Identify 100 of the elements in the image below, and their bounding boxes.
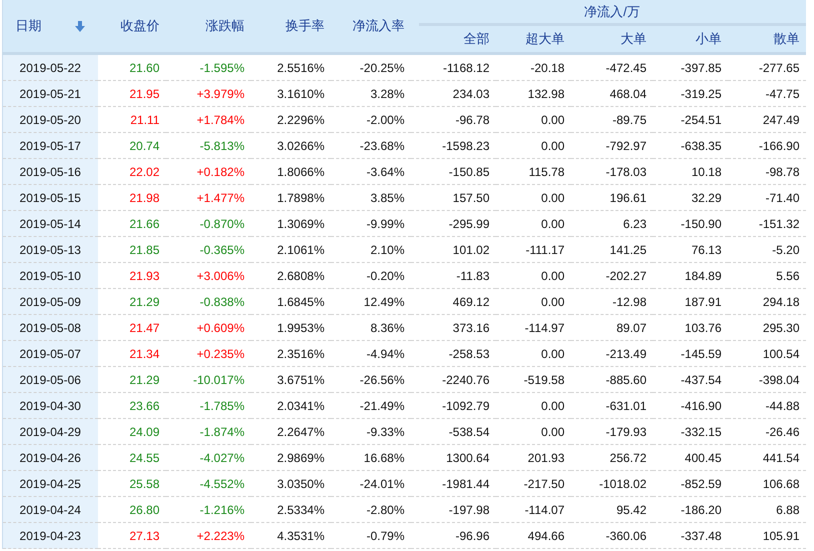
table-cell: 21.85 (98, 236, 166, 262)
table-cell: -1598.23 (410, 132, 496, 158)
table-cell: -114.07 (496, 496, 570, 522)
table-cell: 196.61 (570, 184, 652, 210)
table-cell: 2.6808% (250, 262, 330, 288)
table-cell: -150.85 (410, 158, 496, 184)
table-cell: 0.00 (496, 262, 570, 288)
table-cell: +2.223% (166, 522, 250, 548)
table-cell: 21.93 (98, 262, 166, 288)
table-cell: -885.60 (570, 366, 652, 392)
table-cell: -792.97 (570, 132, 652, 158)
table-cell: 24.09 (98, 418, 166, 444)
column-header[interactable]: 换手率 (250, 0, 330, 54)
table-cell: 4.3531% (250, 522, 330, 548)
table-cell: -4.552% (166, 470, 250, 496)
table-cell: -1.216% (166, 496, 250, 522)
table-cell: -4.027% (166, 444, 250, 470)
table-cell: 256.72 (570, 444, 652, 470)
table-cell: -24.01% (330, 470, 410, 496)
table-cell: 2.1061% (250, 236, 330, 262)
table-cell: -98.78 (728, 158, 806, 184)
table-cell: 2.2296% (250, 106, 330, 132)
table-cell: -258.53 (410, 340, 496, 366)
table-cell: -398.04 (728, 366, 806, 392)
table-cell: -254.51 (652, 106, 728, 132)
table-cell: -150.90 (652, 210, 728, 236)
table-cell: -1.785% (166, 392, 250, 418)
column-header[interactable]: 大单 (570, 26, 652, 54)
table-cell: -179.93 (570, 418, 652, 444)
table-cell: 441.54 (728, 444, 806, 470)
table-cell: 25.58 (98, 470, 166, 496)
table-cell: 3.28% (330, 80, 410, 106)
table-cell: 89.07 (570, 314, 652, 340)
table-cell: -9.99% (330, 210, 410, 236)
table-cell: -416.90 (652, 392, 728, 418)
table-cell: 3.6751% (250, 366, 330, 392)
table-cell: 2.9869% (250, 444, 330, 470)
table-cell: -20.18 (496, 54, 570, 80)
column-header[interactable]: 超大单 (496, 26, 570, 54)
table-cell: 3.85% (330, 184, 410, 210)
table-cell: -166.90 (728, 132, 806, 158)
table-cell: -23.68% (330, 132, 410, 158)
table-cell: 1.8066% (250, 158, 330, 184)
table-cell: -631.01 (570, 392, 652, 418)
table-cell: -47.75 (728, 80, 806, 106)
table-cell: 0.00 (496, 392, 570, 418)
column-header[interactable]: 日期 (2, 0, 98, 54)
table-cell: 21.95 (98, 80, 166, 106)
table-cell: 22.02 (98, 158, 166, 184)
table-cell: 157.50 (410, 184, 496, 210)
table-cell: 2019-04-26 (2, 444, 98, 470)
table-cell: 21.66 (98, 210, 166, 236)
table-cell: 10.18 (652, 158, 728, 184)
table-cell: 76.13 (652, 236, 728, 262)
table-cell: 0.00 (496, 418, 570, 444)
table-cell: 0.00 (496, 184, 570, 210)
table-cell: 20.74 (98, 132, 166, 158)
table-cell: 2019-04-23 (2, 522, 98, 548)
column-header[interactable]: 净流入率 (330, 0, 410, 54)
table-cell: 100.54 (728, 340, 806, 366)
table-cell: -319.25 (652, 80, 728, 106)
table-cell: -1.595% (166, 54, 250, 80)
table-cell: 115.78 (496, 158, 570, 184)
column-header[interactable]: 收盘价 (98, 0, 166, 54)
column-header[interactable]: 涨跌幅 (166, 0, 250, 54)
table-cell: 184.89 (652, 262, 728, 288)
table-cell: 469.12 (410, 288, 496, 314)
table-cell: 2019-04-25 (2, 470, 98, 496)
table-cell: 132.98 (496, 80, 570, 106)
table-cell: 95.42 (570, 496, 652, 522)
table-cell: 494.66 (496, 522, 570, 548)
table-cell: -96.96 (410, 522, 496, 548)
table-cell: 2019-05-17 (2, 132, 98, 158)
table-cell: 106.68 (728, 470, 806, 496)
table-cell: -21.49% (330, 392, 410, 418)
column-header[interactable]: 小单 (652, 26, 728, 54)
table-cell: 101.02 (410, 236, 496, 262)
table-cell: -114.97 (496, 314, 570, 340)
column-header[interactable]: 散单 (728, 26, 806, 54)
table-cell: 21.11 (98, 106, 166, 132)
table-cell: -26.46 (728, 418, 806, 444)
table-cell: 12.49% (330, 288, 410, 314)
table-cell: 8.36% (330, 314, 410, 340)
table-cell: 2019-05-15 (2, 184, 98, 210)
table-cell: 0.00 (496, 340, 570, 366)
table-cell: 2019-05-06 (2, 366, 98, 392)
table-cell: 0.00 (496, 288, 570, 314)
table-cell: -277.65 (728, 54, 806, 80)
table-cell: 2019-05-13 (2, 236, 98, 262)
table-cell: 21.34 (98, 340, 166, 366)
table-cell: 2019-05-16 (2, 158, 98, 184)
table-cell: -96.78 (410, 106, 496, 132)
table-cell: 1300.64 (410, 444, 496, 470)
table-cell: -217.50 (496, 470, 570, 496)
table-cell: -11.83 (410, 262, 496, 288)
table-cell: -0.20% (330, 262, 410, 288)
table-cell: 6.88 (728, 496, 806, 522)
table-cell: -1168.12 (410, 54, 496, 80)
column-header[interactable]: 全部 (410, 26, 496, 54)
table-cell: -0.79% (330, 522, 410, 548)
